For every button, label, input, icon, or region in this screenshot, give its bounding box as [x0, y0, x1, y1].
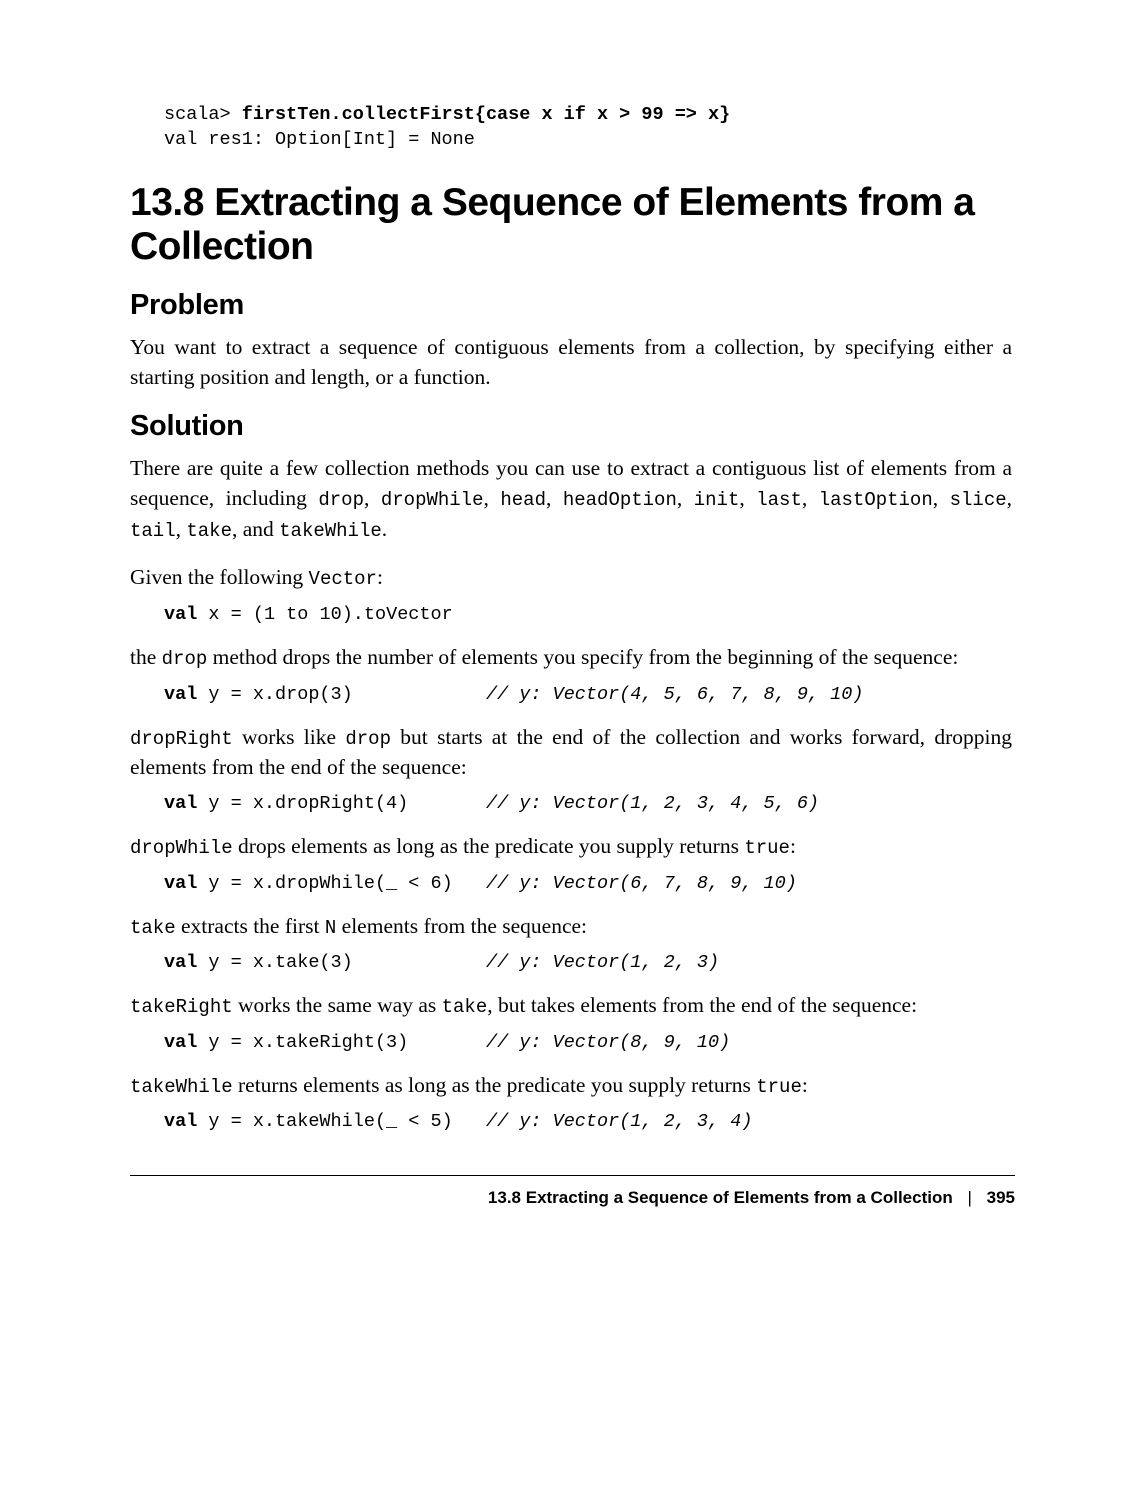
given-text: Given the following Vector: — [130, 562, 1012, 593]
code-inline: init — [694, 489, 740, 511]
code-inline: drop — [345, 728, 391, 750]
page-footer: 13.8 Extracting a Sequence of Elements f… — [488, 1188, 1015, 1208]
repl-prompt: scala> — [164, 104, 242, 125]
section-title: 13.8 Extracting a Sequence of Elements f… — [130, 181, 1012, 269]
code-inline: N — [325, 917, 336, 939]
code-block: val x = (1 to 10).toVector — [164, 603, 1012, 628]
code-block: val y = x.dropWhile(_ < 6) // y: Vector(… — [164, 872, 1012, 897]
code-inline: takeWhile — [279, 520, 382, 542]
code-block: val y = x.take(3) // y: Vector(1, 2, 3) — [164, 951, 1012, 976]
para-drop: the drop method drops the number of elem… — [130, 642, 1012, 673]
page-number: 395 — [987, 1188, 1015, 1207]
code-inline: Vector — [309, 568, 377, 590]
code-inline: tail — [130, 520, 176, 542]
para-take: take extracts the first N elements from … — [130, 911, 1012, 942]
code-inline: take — [130, 917, 176, 939]
code-inline: lastOption — [819, 489, 933, 511]
code-inline: last — [756, 489, 802, 511]
code-inline: drop — [318, 489, 364, 511]
code-inline: takeRight — [130, 996, 233, 1018]
code-block: val y = x.dropRight(4) // y: Vector(1, 2… — [164, 792, 1012, 817]
code-inline: takeWhile — [130, 1076, 233, 1098]
footer-rule — [130, 1175, 1015, 1176]
code-block: val y = x.takeRight(3) // y: Vector(8, 9… — [164, 1031, 1012, 1056]
solution-intro: There are quite a few collection methods… — [130, 453, 1012, 544]
code-inline: drop — [162, 648, 208, 670]
problem-text: You want to extract a sequence of contig… — [130, 332, 1012, 392]
page-content: scala> firstTen.collectFirst{case x if x… — [0, 0, 1142, 1135]
code-inline: dropRight — [130, 728, 233, 750]
para-takewhile: takeWhile returns elements as long as th… — [130, 1070, 1012, 1101]
solution-heading: Solution — [130, 410, 1012, 443]
problem-heading: Problem — [130, 289, 1012, 322]
code-inline: dropWhile — [381, 489, 484, 511]
code-block: val y = x.takeWhile(_ < 5) // y: Vector(… — [164, 1110, 1012, 1135]
footer-section-title: 13.8 Extracting a Sequence of Elements f… — [488, 1188, 953, 1207]
code-inline: true — [744, 837, 790, 859]
code-inline: headOption — [563, 489, 677, 511]
code-inline: head — [500, 489, 546, 511]
code-inline: true — [756, 1076, 802, 1098]
code-block: val y = x.drop(3) // y: Vector(4, 5, 6, … — [164, 683, 1012, 708]
code-inline: dropWhile — [130, 837, 233, 859]
para-dropwhile: dropWhile drops elements as long as the … — [130, 831, 1012, 862]
repl-output: val res1: Option[Int] = None — [164, 129, 475, 150]
para-takeright: takeRight works the same way as take, bu… — [130, 990, 1012, 1021]
footer-separator: | — [967, 1188, 971, 1207]
code-inline: take — [442, 996, 488, 1018]
code-inline: slice — [950, 489, 1007, 511]
code-block-top: scala> firstTen.collectFirst{case x if x… — [164, 103, 1012, 153]
code-inline: take — [186, 520, 232, 542]
repl-input: firstTen.collectFirst{case x if x > 99 =… — [242, 104, 730, 125]
para-dropright: dropRight works like drop but starts at … — [130, 722, 1012, 783]
